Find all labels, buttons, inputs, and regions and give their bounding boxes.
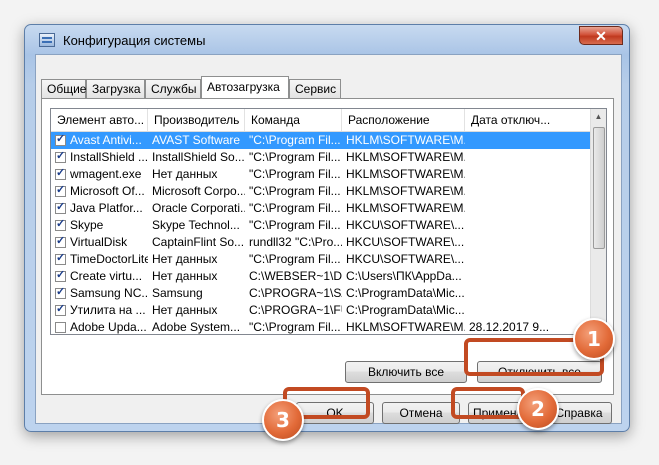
list-rows: Avast Antivi... AVAST Software "C:\Program…	[51, 132, 591, 334]
cell-command: "C:\Program Fil...	[249, 133, 341, 147]
cell-maker: Samsung	[152, 286, 203, 300]
table-row[interactable]: Утилита на ... Нет данных C:\PROGRA~1\FU..…	[51, 302, 591, 319]
cell-maker: Нет данных	[152, 167, 218, 181]
close-button[interactable]: ✕	[579, 26, 623, 45]
cell-date	[465, 302, 591, 319]
cell-item: InstallShield ...	[70, 150, 148, 164]
table-row[interactable]: wmagent.exe Нет данных "C:\Program Fil... H…	[51, 166, 591, 183]
step-badge-1: 1	[573, 318, 615, 360]
table-row[interactable]: Adobe Upda... Adobe System... "C:\Program …	[51, 319, 591, 334]
cell-location: HKLM\SOFTWARE\M...	[346, 184, 465, 198]
cell-location: HKCU\SOFTWARE\...	[346, 252, 465, 266]
cell-date	[465, 268, 591, 285]
table-row[interactable]: InstallShield ... InstallShield So... "C:\…	[51, 149, 591, 166]
tab-startup[interactable]: Автозагрузка	[201, 76, 289, 98]
cell-command: C:\WEBSER~1\D...	[249, 269, 342, 283]
column-manufacturer[interactable]: Производитель	[148, 109, 245, 131]
cell-maker: Нет данных	[152, 252, 218, 266]
scroll-up-icon[interactable]: ▲	[591, 109, 606, 124]
cell-location: HKCU\SOFTWARE\...	[346, 235, 465, 249]
cell-maker: InstallShield So...	[152, 150, 245, 164]
cell-date	[465, 132, 591, 149]
cell-item: Adobe Upda...	[70, 320, 147, 334]
cell-item: TimeDoctorLite	[70, 252, 148, 266]
cell-maker: Oracle Corporati...	[152, 201, 245, 215]
column-date-disabled[interactable]: Дата отключ...	[465, 109, 591, 131]
cell-maker: Нет данных	[152, 303, 218, 317]
cell-command: "C:\Program Fil...	[249, 184, 341, 198]
cell-item: Samsung NC...	[70, 286, 148, 300]
scroll-thumb[interactable]	[593, 127, 605, 249]
cancel-button[interactable]: Отмена	[382, 402, 460, 424]
startup-list[interactable]: Элемент авто... Производитель Команда Ра…	[50, 108, 607, 335]
cell-date	[465, 217, 591, 234]
column-command[interactable]: Команда	[245, 109, 342, 131]
cell-location: C:\ProgramData\Mic...	[346, 286, 465, 300]
cell-date	[465, 251, 591, 268]
cell-command: "C:\Program Fil...	[249, 320, 341, 334]
cell-location: HKLM\SOFTWARE\M...	[346, 150, 465, 164]
tab-general[interactable]: Общие	[41, 79, 86, 98]
cell-command: rundll32 "C:\Pro...	[249, 235, 342, 249]
table-row[interactable]: Avast Antivi... AVAST Software "C:\Program…	[51, 132, 591, 149]
cell-command: "C:\Program Fil...	[249, 218, 341, 232]
cell-location: HKLM\SOFTWARE\M...	[346, 201, 465, 215]
cell-location: HKCU\SOFTWARE\...	[346, 218, 465, 232]
cell-item: Microsoft Of...	[70, 184, 145, 198]
cell-item: Create virtu...	[70, 269, 143, 283]
table-row[interactable]: Samsung NC... Samsung C:\PROGRA~1\SA... C:\…	[51, 285, 591, 302]
tab-boot[interactable]: Загрузка	[86, 79, 145, 98]
cell-maker: AVAST Software	[152, 133, 241, 147]
cell-item: Java Platfor...	[70, 201, 143, 215]
cell-date	[465, 183, 591, 200]
cell-command: "C:\Program Fil...	[249, 201, 341, 215]
title-bar[interactable]: Конфигурация системы ✕	[25, 25, 629, 53]
table-row[interactable]: Create virtu... Нет данных C:\WEBSER~1\D..…	[51, 268, 591, 285]
cell-date	[465, 149, 591, 166]
table-row[interactable]: Microsoft Of... Microsoft Corpo... "C:\Pro…	[51, 183, 591, 200]
cell-item: Skype	[70, 218, 104, 232]
tab-tools[interactable]: Сервис	[289, 79, 341, 98]
cell-date	[465, 200, 591, 217]
cell-date: 28.12.2017 9...	[469, 320, 550, 334]
cell-item: wmagent.exe	[70, 167, 142, 181]
highlight-apply	[451, 387, 525, 419]
table-row[interactable]: VirtualDisk CaptainFlint So... rundll32 "C…	[51, 234, 591, 251]
vertical-scrollbar[interactable]: ▲ ▼	[590, 109, 606, 334]
cell-command: C:\PROGRA~1\FU...	[249, 303, 342, 317]
cell-date	[465, 285, 591, 302]
cell-item: VirtualDisk	[70, 235, 128, 249]
cell-command: "C:\Program Fil...	[249, 252, 341, 266]
column-startup-item[interactable]: Элемент авто...	[51, 109, 148, 131]
cell-item: Утилита на ...	[70, 303, 146, 317]
cell-item: Avast Antivi...	[70, 133, 142, 147]
cell-location: C:\ProgramData\Mic...	[346, 303, 465, 317]
window-title: Конфигурация системы	[63, 33, 206, 48]
list-header: Элемент авто... Производитель Команда Ра…	[51, 109, 591, 132]
cell-command: "C:\Program Fil...	[249, 150, 341, 164]
cell-maker: Microsoft Corpo...	[152, 184, 245, 198]
table-row[interactable]: Skype Skype Technol... "C:\Program Fil... H…	[51, 217, 591, 234]
cell-date	[465, 234, 591, 251]
cell-location: C:\Users\ПК\AppDa...	[346, 269, 462, 283]
cell-location: HKLM\SOFTWARE\M...	[346, 320, 465, 334]
cell-location: HKLM\SOFTWARE\M...	[346, 133, 465, 147]
step-badge-3: 3	[262, 399, 304, 441]
step-badge-2: 2	[517, 388, 559, 430]
cell-date	[465, 166, 591, 183]
table-row[interactable]: Java Platfor... Oracle Corporati... "C:\Pr…	[51, 200, 591, 217]
cell-command: C:\PROGRA~1\SA...	[249, 286, 342, 300]
msconfig-icon	[39, 33, 55, 47]
table-row[interactable]: TimeDoctorLite Нет данных "C:\Program Fil.…	[51, 251, 591, 268]
cell-maker: Нет данных	[152, 269, 218, 283]
cell-maker: Adobe System...	[152, 320, 241, 334]
tab-services[interactable]: Службы	[145, 79, 201, 98]
enable-all-button[interactable]: Включить все	[345, 361, 467, 383]
cell-maker: Skype Technol...	[152, 218, 240, 232]
column-location[interactable]: Расположение	[342, 109, 465, 131]
cell-location: HKLM\SOFTWARE\M...	[346, 167, 465, 181]
cell-command: "C:\Program Fil...	[249, 167, 341, 181]
cell-maker: CaptainFlint So...	[152, 235, 245, 249]
